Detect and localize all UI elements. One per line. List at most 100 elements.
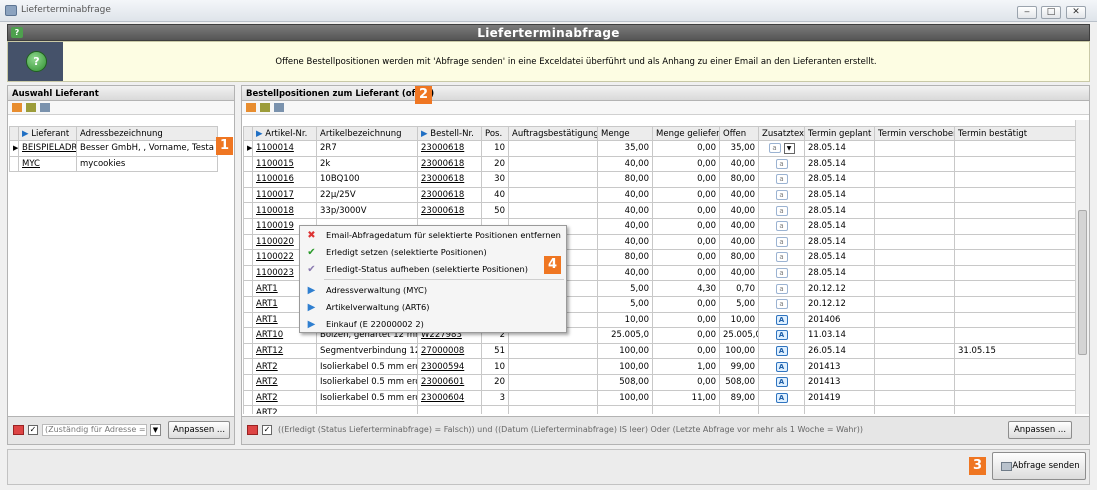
supplier-code[interactable]: BEISPIELADRI	[18, 140, 77, 157]
cell-bestell-nr[interactable]	[417, 405, 482, 414]
col-header-pos[interactable]: Pos.	[481, 126, 509, 141]
cell-bestell-nr[interactable]: 23000601	[417, 373, 482, 391]
row-selector[interactable]	[243, 373, 253, 391]
cell-zusatztext[interactable]: A	[758, 373, 805, 391]
col-header-menge-geliefert[interactable]: Menge geliefert	[652, 126, 720, 141]
cell-zusatztext[interactable]: a	[758, 202, 805, 219]
row-selector[interactable]	[243, 358, 253, 375]
col-header-artikelbezeichnung[interactable]: Artikelbezeichnung	[316, 126, 418, 141]
row-selector[interactable]: ▶	[243, 140, 253, 157]
cell-artikel-nr[interactable]: 1100014	[252, 140, 317, 157]
note-icon[interactable]: a	[775, 205, 788, 216]
cell-zusatztext[interactable]: a	[758, 249, 805, 266]
cell-zusatztext[interactable]: A	[758, 311, 805, 329]
table-row[interactable]: ▶ 1100014 2R7 23000618 10 35,00 0,00 35,00 a ▼ 28.…	[243, 140, 1075, 157]
menu-item-set-done[interactable]: ✔ Erledigt setzen (selektierte Positionen…	[300, 244, 566, 261]
menu-item-purchasing[interactable]: ▶ Einkauf (E 22000002 2)	[300, 316, 566, 333]
menu-item-article-management[interactable]: ▶ Artikelverwaltung (ART6)	[300, 299, 566, 316]
menu-item-address-management[interactable]: ▶ Adressverwaltung (MYC)	[300, 282, 566, 299]
cell-artikel-nr[interactable]: ART2	[252, 389, 317, 407]
menu-item-remove-email-date[interactable]: ✖ Email-Abfragedatum für selektierte Posi…	[300, 227, 566, 244]
cell-bestell-nr[interactable]: 23000594	[417, 358, 482, 375]
cell-zusatztext[interactable]: a	[758, 186, 805, 204]
col-header-artikel-nr[interactable]: ▶ Artikel-Nr.	[252, 126, 317, 141]
row-selector[interactable]	[243, 155, 253, 173]
cell-zusatztext[interactable]: a	[758, 233, 805, 251]
glasses-icon[interactable]	[274, 103, 284, 112]
supplier-filter-text[interactable]: (Zuständig für Adresse =	[42, 424, 147, 436]
cell-artikel-nr[interactable]: 1100016	[252, 171, 317, 188]
table-row[interactable]: ART12 Segmentverbindung 12 27000008 51 100,0…	[243, 342, 1075, 360]
glasses-icon[interactable]	[40, 103, 50, 112]
cell-artikel-nr[interactable]: 1100018	[252, 202, 317, 219]
note-icon[interactable]: A	[775, 377, 788, 388]
table-row[interactable]: 1100017 22µ/25V 23000618 40 40,00 0,00 40,00 a 2…	[243, 186, 1075, 204]
grid-icon[interactable]	[12, 103, 22, 112]
filter-checkbox[interactable]: ✓	[262, 425, 272, 435]
note-icon[interactable]: A	[775, 314, 788, 325]
table-row[interactable]: ART2 Isolierkabel 0.5 mm erd 23000601 20 508…	[243, 373, 1075, 391]
col-header-termin-geplant[interactable]: Termin geplant	[804, 126, 875, 141]
note-icon[interactable]: a	[775, 252, 788, 263]
cell-zusatztext[interactable]: a ▼	[758, 140, 805, 157]
col-header-zusatztext[interactable]: Zusatztext	[758, 126, 805, 141]
note-icon[interactable]: a	[775, 158, 788, 169]
note-icon[interactable]: a	[775, 283, 788, 294]
note-icon[interactable]: A	[775, 392, 788, 403]
cell-bestell-nr[interactable]: 23000618	[417, 140, 482, 157]
col-header-menge[interactable]: Menge	[597, 126, 653, 141]
table-row[interactable]: 1100015 2k 23000618 20 40,00 0,00 40,00 a 28.05.…	[243, 155, 1075, 173]
note-icon[interactable]: a	[768, 142, 781, 153]
col-header-auftragsbestaetigung[interactable]: Auftragsbestätigungs	[508, 126, 598, 141]
grid-icon[interactable]	[246, 103, 256, 112]
cell-artikel-nr[interactable]: ART2	[252, 373, 317, 391]
row-selector[interactable]	[243, 405, 253, 414]
minimize-button[interactable]: ‒	[1017, 6, 1037, 19]
note-icon[interactable]: a	[775, 236, 788, 247]
send-request-button[interactable]: Abfrage senden	[992, 452, 1086, 480]
cell-bestell-nr[interactable]: 23000618	[417, 171, 482, 188]
table-row[interactable]: 1100018 33p/3000V 23000618 50 40,00 0,00 40,00…	[243, 202, 1075, 219]
note-icon[interactable]: A	[775, 361, 788, 372]
row-selector[interactable]	[243, 217, 253, 235]
chevron-down-icon[interactable]: ▼	[150, 424, 161, 436]
scrollbar-thumb[interactable]	[1078, 210, 1087, 355]
cell-zusatztext[interactable]: A	[758, 342, 805, 360]
filter-icon[interactable]	[26, 103, 36, 112]
note-icon[interactable]: A	[775, 330, 788, 341]
cell-zusatztext[interactable]: a	[758, 295, 805, 313]
cell-artikel-nr[interactable]: 1100015	[252, 155, 317, 173]
cell-bestell-nr[interactable]: 23000618	[417, 155, 482, 173]
cell-bestell-nr[interactable]: 23000618	[417, 186, 482, 204]
note-icon[interactable]: a	[775, 268, 788, 279]
note-icon[interactable]: a	[775, 190, 788, 201]
col-header-offen[interactable]: Offen	[719, 126, 759, 141]
note-icon[interactable]: a	[775, 221, 788, 232]
table-row[interactable]: ART2 Isolierkabel 0.5 mm erd 23000594 10 100…	[243, 358, 1075, 375]
maximize-button[interactable]: □	[1041, 6, 1061, 19]
cell-zusatztext[interactable]: a	[758, 171, 805, 188]
cell-zusatztext[interactable]: A	[758, 389, 805, 407]
cell-zusatztext[interactable]: A	[758, 327, 805, 344]
table-row[interactable]: 1100016 10BQ100 23000618 30 80,00 0,00 80,00 a 2…	[243, 171, 1075, 188]
cell-artikel-nr[interactable]: 1100017	[252, 186, 317, 204]
row-selector[interactable]	[243, 280, 253, 297]
cell-artikel-nr[interactable]: ART2	[252, 358, 317, 375]
row-selector[interactable]	[243, 249, 253, 266]
chevron-down-icon[interactable]: ▼	[783, 142, 795, 154]
cell-artikel-nr[interactable]: ART2	[252, 405, 317, 414]
row-selector[interactable]	[243, 389, 253, 407]
table-row[interactable]: ART2	[243, 405, 1075, 414]
cell-zusatztext[interactable]: a	[758, 264, 805, 282]
vertical-scrollbar[interactable]	[1075, 120, 1089, 414]
note-icon[interactable]: a	[775, 299, 788, 310]
col-header-adressbezeichnung[interactable]: Adressbezeichnung	[76, 126, 218, 141]
row-selector[interactable]	[243, 264, 253, 282]
cell-zusatztext[interactable]	[758, 405, 805, 414]
clear-filter-icon[interactable]	[247, 425, 258, 435]
close-button[interactable]: ✕	[1066, 6, 1086, 19]
cell-zusatztext[interactable]: A	[758, 358, 805, 375]
filter-checkbox[interactable]: ✓	[28, 425, 38, 435]
cell-bestell-nr[interactable]: 27000008	[417, 342, 482, 360]
col-header-termin-bestaetigt[interactable]: Termin bestätigt	[954, 126, 1075, 141]
